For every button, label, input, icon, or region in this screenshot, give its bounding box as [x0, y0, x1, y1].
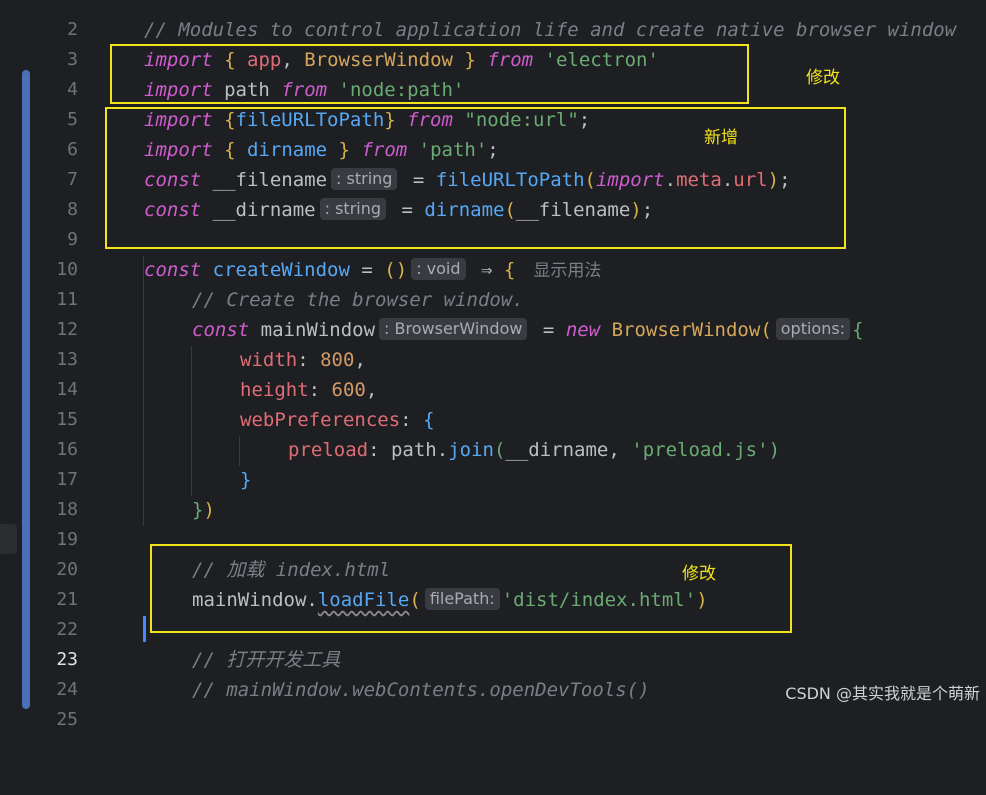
identifier: mainWindow: [260, 319, 376, 341]
code-line-19: 19 }): [0, 495, 986, 550]
property: width: [240, 349, 298, 371]
keyword: const: [144, 259, 202, 281]
paren: ): [768, 439, 781, 461]
parameter-hint: options:: [775, 318, 851, 340]
indent-guide: [143, 256, 144, 526]
property: preload: [288, 439, 369, 461]
annotation-label-modified: 修改: [682, 564, 716, 584]
brace: {: [852, 319, 864, 341]
property: height: [240, 379, 309, 401]
brace: }: [240, 469, 252, 491]
arrow-operator: ⇒: [480, 259, 493, 281]
comment: // 打开开发工具: [192, 649, 341, 671]
brace: }: [192, 499, 204, 521]
line-number: 25: [56, 709, 78, 730]
class-name: BrowserWindow: [611, 319, 761, 341]
paren: (: [493, 439, 506, 461]
code-line-11: 11 const createWindow = (): void ⇒ {显示用法: [0, 255, 986, 310]
code-line-3: 3 // Modules to control application life…: [0, 15, 986, 70]
comment: // Modules to control application life a…: [144, 19, 957, 41]
punctuation: .: [436, 439, 449, 461]
paren: ): [203, 499, 215, 521]
code-line-2: 2: [0, 0, 986, 40]
indent-guide: [191, 346, 192, 496]
punctuation: :: [297, 349, 309, 371]
annotation-box-modified-imports: [110, 44, 749, 104]
type-hint: : void: [411, 258, 466, 280]
watermark: CSDN @其实我就是个萌新: [785, 684, 980, 703]
punctuation: :: [368, 439, 380, 461]
function-call: join: [448, 439, 494, 461]
punctuation: :: [308, 379, 321, 401]
argument: __dirname: [505, 439, 609, 461]
code-line-14: 14 width: 800,: [0, 345, 986, 400]
show-usages-link[interactable]: 显示用法: [533, 261, 601, 281]
annotation-label-added: 新增: [704, 128, 738, 148]
code-line-18: 18 }: [0, 465, 986, 520]
code-line-15: 15 height: 600,: [0, 375, 986, 430]
code-line-17: 17 preload: path.join(__dirname, 'preloa…: [0, 435, 986, 490]
code-line-24: 24 // 打开开发工具: [0, 645, 986, 700]
paren: (: [760, 319, 772, 341]
code-line-16: 16 webPreferences: {: [0, 405, 986, 460]
punctuation: ,: [354, 349, 366, 371]
comment: // Create the browser window.: [192, 289, 524, 311]
code-line-13: 13 const mainWindow: BrowserWindow = new…: [0, 315, 986, 370]
paren: (): [384, 259, 408, 281]
number: 800: [320, 349, 355, 371]
property: webPreferences: [240, 409, 401, 431]
function-name: createWindow: [212, 259, 350, 281]
text-cursor: [143, 616, 146, 642]
punctuation: :: [400, 409, 412, 431]
code-line-12: 12 // Create the browser window.: [0, 285, 986, 340]
indent-guide: [239, 436, 240, 466]
comment: // mainWindow.webContents.openDevTools(): [192, 679, 650, 701]
operator: =: [361, 259, 373, 281]
string: 'preload.js': [631, 439, 769, 461]
punctuation: ,: [608, 439, 620, 461]
number: 600: [331, 379, 366, 401]
identifier: path: [390, 439, 437, 461]
brace: {: [503, 259, 516, 281]
brace: {: [423, 409, 435, 431]
annotation-label-modified: 修改: [806, 68, 840, 88]
type-hint: : BrowserWindow: [379, 318, 528, 340]
annotation-box-modified-loadfile: [150, 544, 792, 633]
keyword: new: [565, 319, 601, 341]
operator: =: [542, 319, 555, 341]
punctuation: ,: [365, 379, 378, 401]
keyword: const: [192, 319, 250, 341]
